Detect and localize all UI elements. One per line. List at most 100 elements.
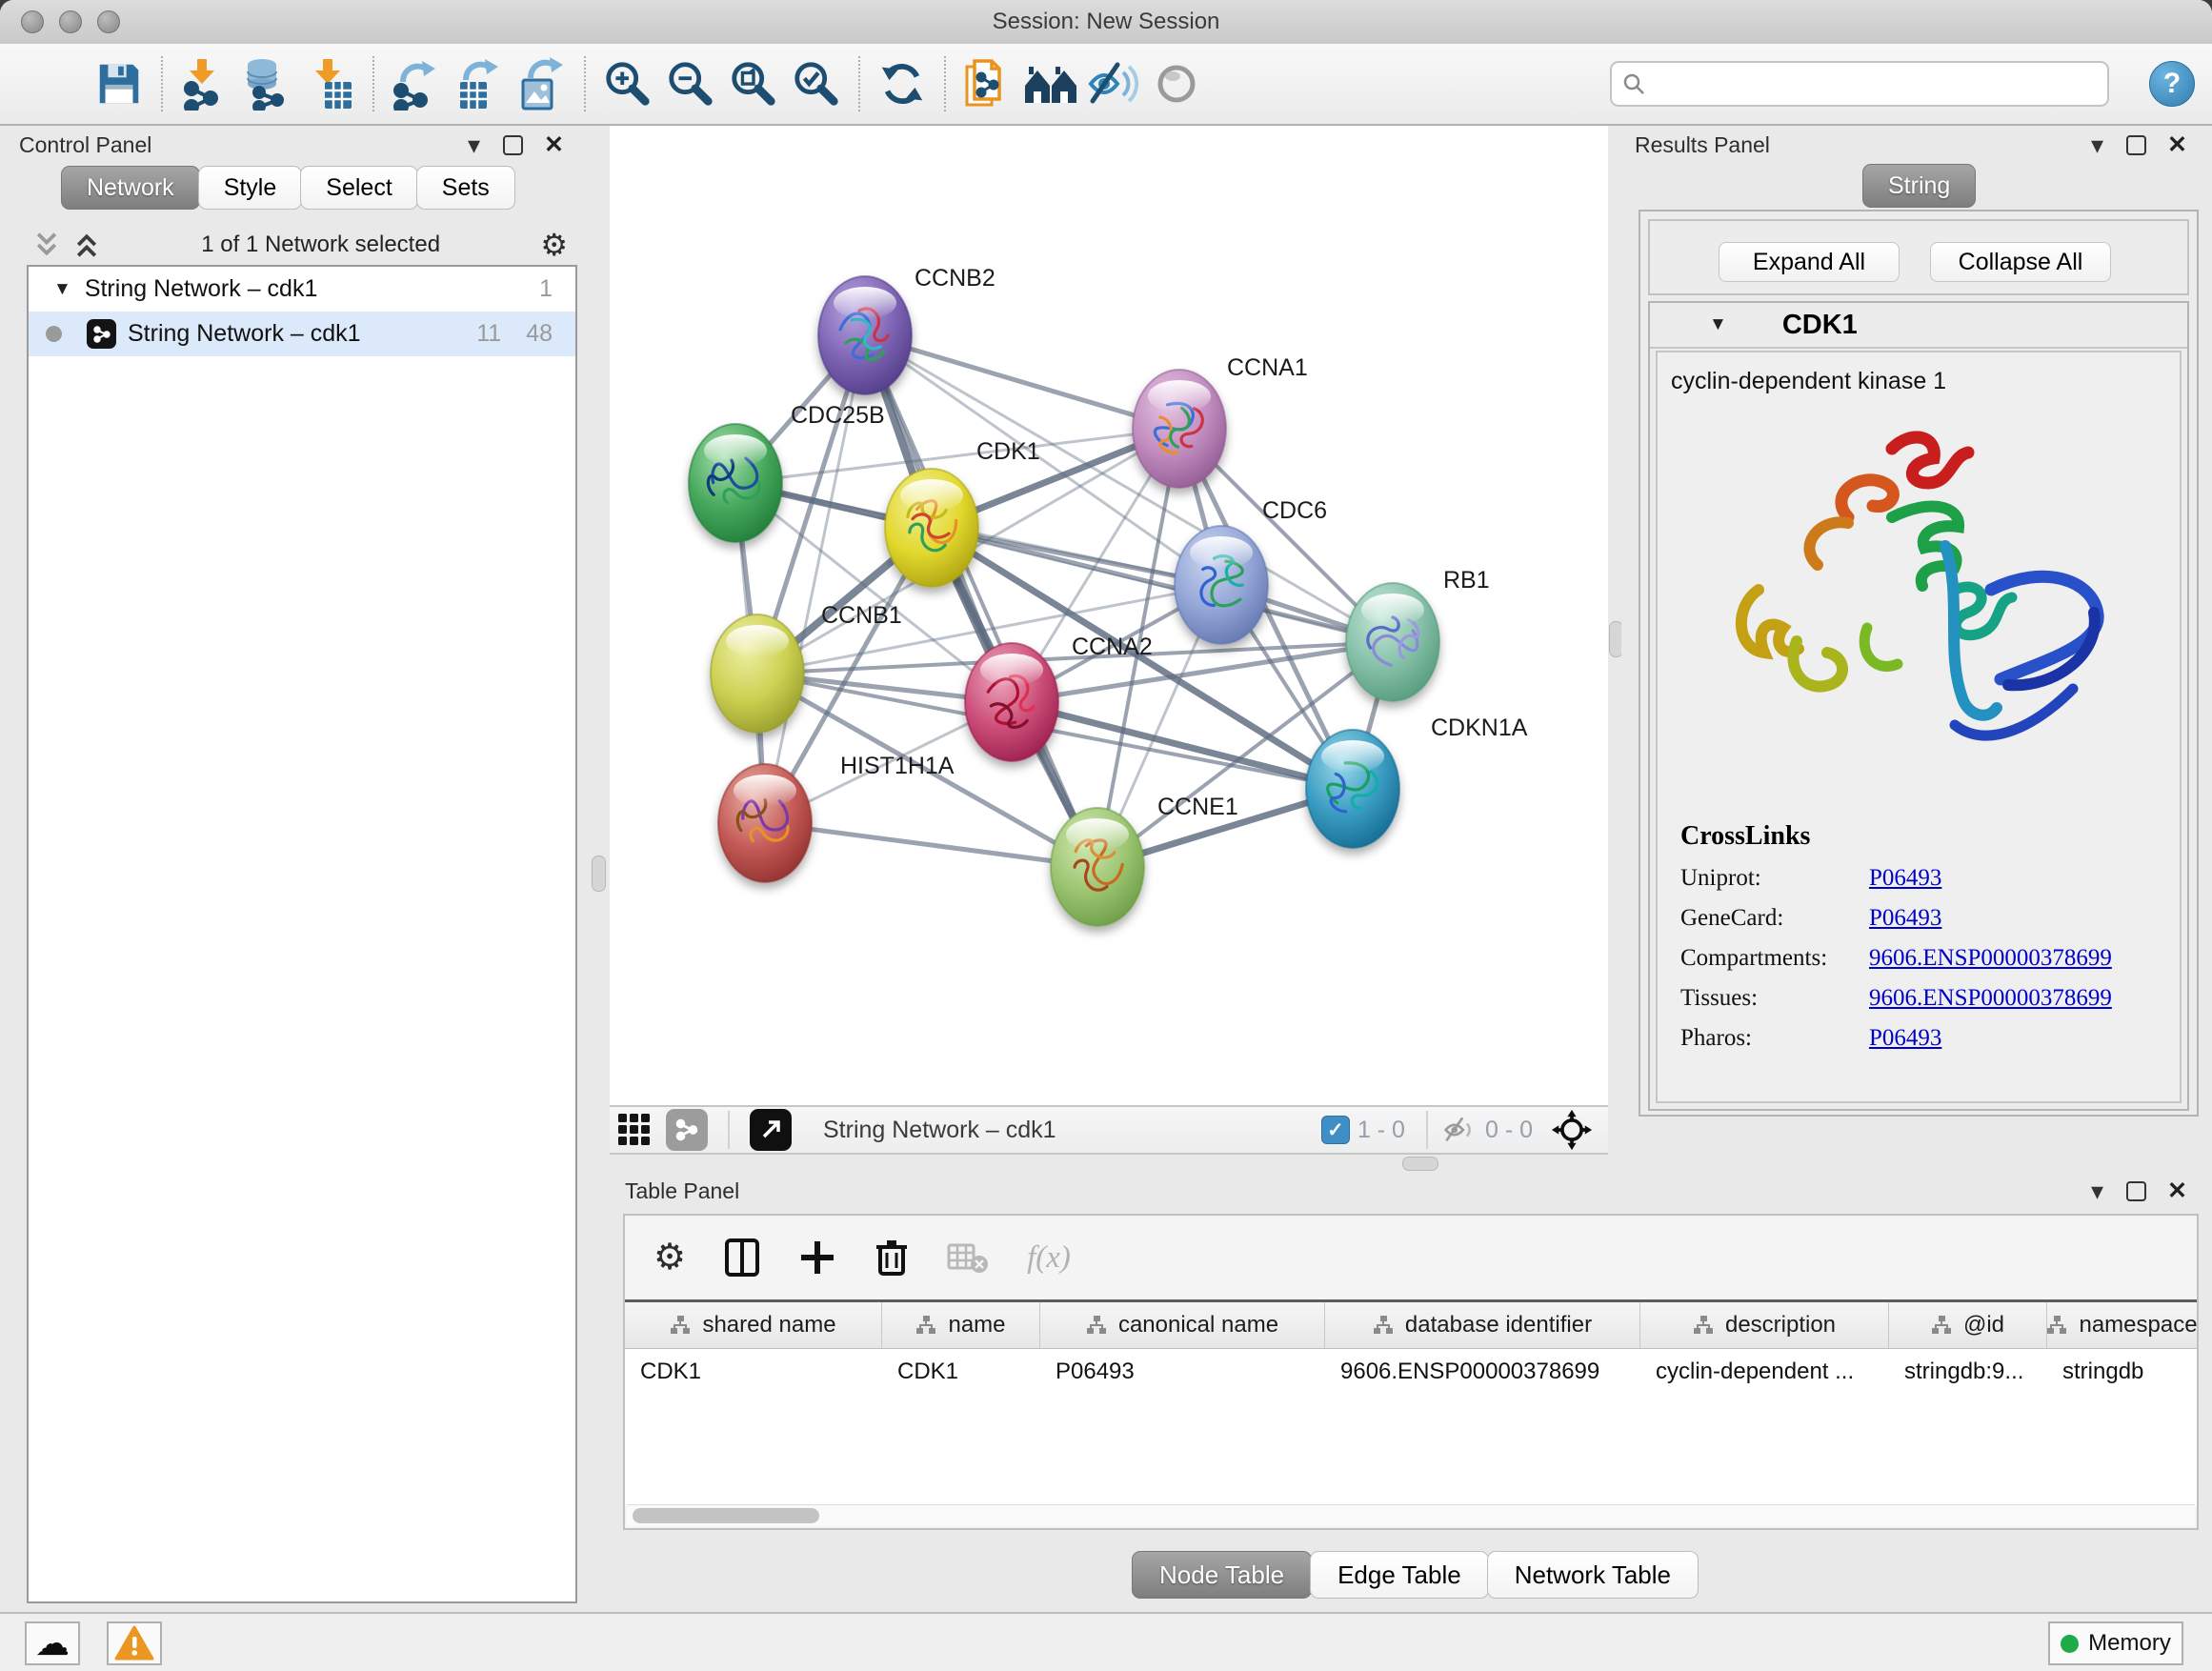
left-splitter-handle[interactable] [592,856,606,892]
network-node-ccnb2[interactable] [818,276,912,394]
import-table-button[interactable] [300,52,361,115]
table-row[interactable]: CDK1 CDK1 P06493 9606.ENSP00000378699 cy… [625,1349,2197,1394]
toolbar-separator [858,56,860,111]
zoom-fit-button[interactable] [723,52,784,115]
genecard-link[interactable]: P06493 [1869,905,1941,932]
collapse-all-button[interactable]: Collapse All [1930,242,2111,282]
tab-node-table[interactable]: Node Table [1132,1551,1312,1599]
table-horizontal-scrollbar[interactable] [627,1504,2195,1526]
column-header-shared-name[interactable]: shared name [625,1302,882,1348]
pharos-link[interactable]: P06493 [1869,1025,1941,1052]
panel-menu-icon[interactable]: ▾ [468,132,480,157]
control-panel: Control Panel ▾ ✕ Network Style Select S… [0,126,589,1612]
birds-eye-view-button[interactable] [611,1108,658,1152]
results-panel-title: Results Panel [1635,132,1770,158]
hidden-items-icon [1441,1114,1478,1146]
expand-all-icon[interactable] [32,231,61,259]
column-header-description[interactable]: description [1640,1302,1889,1348]
panel-menu-icon[interactable]: ▾ [2091,132,2103,157]
tab-sets[interactable]: Sets [416,166,515,210]
cloud-tasks-button[interactable]: ☁ [25,1621,80,1665]
network-edge-hist1h1a-ccne1[interactable] [765,823,1097,867]
panel-close-icon[interactable]: ✕ [2167,1179,2187,1203]
tab-edge-table[interactable]: Edge Table [1310,1551,1489,1599]
import-string-network-button[interactable] [957,52,1018,115]
tab-style[interactable]: Style [198,166,303,210]
save-session-button[interactable] [89,52,150,115]
network-row-selected[interactable]: String Network – cdk1 11 48 [29,312,575,356]
panel-float-icon[interactable] [503,135,523,155]
network-edge-ccna2-cdkn1a[interactable] [1012,702,1353,789]
column-header-namespace[interactable]: namespace [2047,1302,2197,1348]
apply-layout-button[interactable] [872,52,933,115]
panel-float-icon[interactable] [2126,1181,2146,1201]
panel-menu-icon[interactable]: ▾ [2091,1178,2103,1203]
network-node-hist1h1a[interactable] [718,764,812,882]
tab-network-table[interactable]: Network Table [1487,1551,1699,1599]
fit-selected-button[interactable] [1541,1108,1602,1152]
show-columns-icon[interactable] [724,1238,760,1278]
tab-string[interactable]: String [1862,164,1976,208]
network-overview-toggle-button[interactable] [660,1108,714,1152]
network-edge-ccnb2-ccna1[interactable] [865,335,1179,429]
expander-triangle-icon[interactable]: ▼ [53,279,71,300]
network-node-cdkn1a[interactable] [1306,730,1399,848]
string-home-button[interactable] [1020,52,1081,115]
horizontal-splitter-handle[interactable] [1402,1157,1438,1171]
search-input[interactable] [1654,70,2098,98]
export-table-button[interactable] [449,52,510,115]
expand-all-button[interactable]: Expand All [1719,242,1900,282]
zoom-selected-button[interactable] [786,52,847,115]
scrollbar-thumb[interactable] [633,1508,819,1523]
import-network-from-database-button[interactable] [237,52,298,115]
network-share-icon [87,319,116,349]
network-options-gear-icon[interactable]: ⚙ [540,230,568,260]
selected-items-checkbox-icon[interactable]: ✓ [1321,1116,1350,1144]
open-in-browser-button[interactable] [744,1108,797,1152]
network-canvas[interactable]: CCNB2CCNA1CDC25BCDK1CDC6RB1CCNB1CCNA2CDK… [610,126,1608,1105]
crosslink-row: Pharos: P06493 [1680,1025,2180,1052]
cdk1-section-header[interactable]: ▼ CDK1 [1650,303,2187,349]
panel-close-icon[interactable]: ✕ [2167,133,2187,157]
network-node-rb1[interactable] [1346,583,1439,701]
column-header-name[interactable]: name [882,1302,1040,1348]
memory-status-dot [2061,1635,2079,1653]
panel-float-icon[interactable] [2126,135,2146,155]
panel-close-icon[interactable]: ✕ [544,133,564,157]
column-header-id[interactable]: @id [1889,1302,2047,1348]
network-node-ccna2[interactable] [965,643,1058,761]
tissues-link[interactable]: 9606.ENSP00000378699 [1869,985,2112,1012]
network-node-ccne1[interactable] [1051,808,1144,926]
network-node-ccna1[interactable] [1133,370,1226,488]
uniprot-link[interactable]: P06493 [1869,865,1941,892]
tab-select[interactable]: Select [300,166,417,210]
network-node-ccnb1[interactable] [711,614,804,733]
compartments-link[interactable]: 9606.ENSP00000378699 [1869,945,2112,972]
show-glass-ball-button[interactable] [1146,52,1207,115]
table-options-gear-icon[interactable]: ⚙ [654,1239,686,1276]
add-column-icon[interactable] [798,1238,836,1277]
network-node-cdk1[interactable] [885,469,978,587]
crosslinks-heading: CrossLinks [1680,821,2180,852]
toolbar-search [1610,61,2109,107]
open-session-button[interactable] [26,52,87,115]
enhanced-labels-hide-button[interactable] [1083,52,1144,115]
memory-button[interactable]: Memory [2048,1621,2183,1665]
network-node-cdc6[interactable] [1175,526,1268,644]
node-table: shared name name canonical name database… [625,1299,2197,1506]
warnings-button[interactable] [107,1621,162,1665]
help-button[interactable]: ? [2149,61,2195,107]
zoom-out-button[interactable] [660,52,721,115]
column-header-database-identifier[interactable]: database identifier [1325,1302,1640,1348]
zoom-in-button[interactable] [597,52,658,115]
export-network-button[interactable] [386,52,447,115]
network-collection-row[interactable]: ▼ String Network – cdk1 1 [29,267,575,312]
collapse-all-icon[interactable] [72,231,101,259]
network-node-cdc25b[interactable] [689,424,782,542]
export-image-button[interactable] [512,52,573,115]
column-header-canonical-name[interactable]: canonical name [1040,1302,1325,1348]
import-network-button[interactable] [174,52,235,115]
delete-column-icon[interactable] [875,1238,909,1278]
tab-network[interactable]: Network [61,166,200,210]
expander-triangle-icon[interactable]: ▼ [1709,314,1727,335]
